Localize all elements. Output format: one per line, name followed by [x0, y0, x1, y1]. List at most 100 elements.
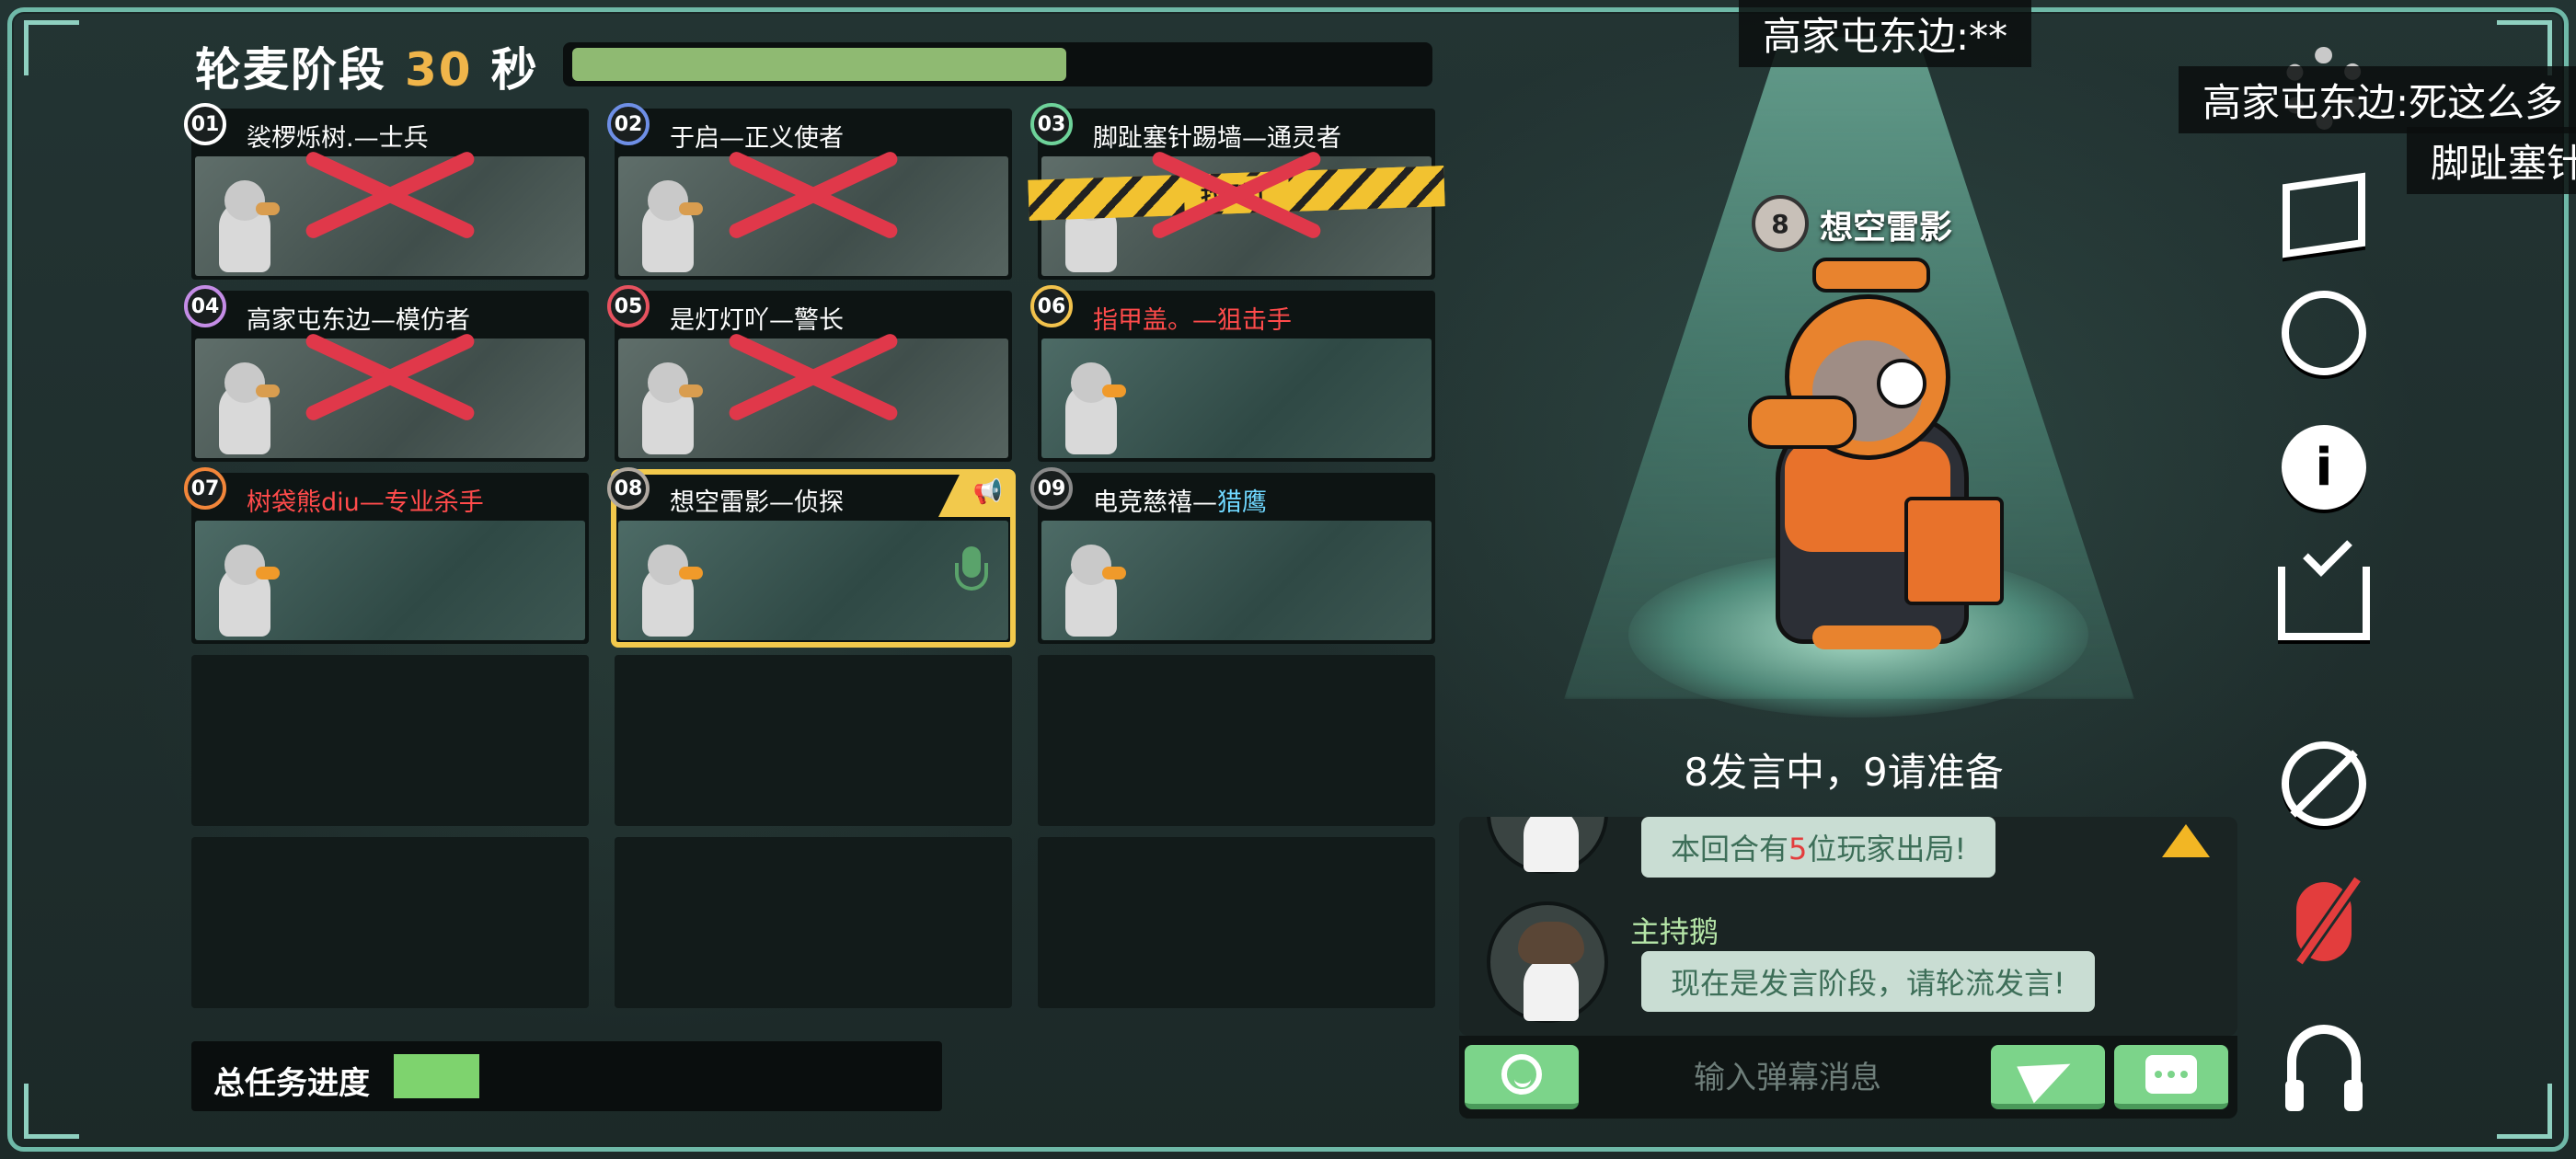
player-role: 猎鹰 [1217, 488, 1267, 517]
player-card[interactable]: 03 脚趾塞针踢墙—通灵者 找到了 [1028, 103, 1445, 280]
chat-bubble-icon [2145, 1055, 2197, 1094]
send-icon [2017, 1045, 2079, 1104]
task-checkin-button[interactable] [2276, 556, 2372, 651]
player-card[interactable]: 06 指甲盖。—狙击手 [1030, 285, 1435, 462]
eliminated-x-icon [1135, 143, 1338, 245]
player-card[interactable]: 08 想空雷影—侦探 [607, 467, 1016, 648]
empty-slot [1038, 837, 1435, 1008]
player-avatar [1058, 545, 1126, 637]
phase-timer-fill [572, 48, 1066, 81]
headset-button[interactable] [2276, 1016, 2372, 1111]
phase-timer-bar [563, 42, 1432, 86]
player-role: 专业杀手 [384, 488, 484, 517]
name-role-separator: — [1192, 488, 1217, 517]
speaker-name: 想空雷影 [1820, 209, 1953, 247]
player-number-badge: 03 [1030, 103, 1073, 145]
player-scene [195, 521, 585, 640]
player-name-label: 想空雷影—侦探 [670, 482, 844, 518]
player-name-label: 树袋熊diu—专业杀手 [247, 482, 484, 518]
chat-input-bar [1459, 1036, 2237, 1119]
player-number-badge: 09 [1030, 467, 1073, 510]
chat-message-text: 本回合有 [1671, 832, 1789, 866]
player-card[interactable]: 04 高家屯东边—模仿者 [184, 285, 589, 462]
mic-icon [953, 546, 990, 602]
emoji-icon [1501, 1054, 1542, 1095]
info-icon: i [2282, 425, 2366, 510]
target-icon [2282, 291, 2366, 375]
chat-message-text: 位玩家出局! [1807, 832, 1967, 866]
frame-corner [24, 20, 79, 75]
empty-slot [191, 655, 589, 826]
player-name: 指甲盖。 [1093, 306, 1192, 335]
emoji-button[interactable] [1465, 1045, 1579, 1109]
player-card[interactable]: 09 电竞慈禧—猎鹰 [1030, 467, 1435, 644]
speaker-number-badge: 8 [1752, 195, 1809, 252]
player-number-badge: 08 [607, 467, 650, 510]
name-role-separator: — [769, 488, 794, 517]
player-avatar [635, 545, 703, 637]
player-card[interactable]: 05 是灯灯吖—警长 [607, 285, 1012, 462]
player-scene [1041, 521, 1432, 640]
task-progress-panel: 总任务进度 [191, 1041, 942, 1111]
map-button[interactable] [2276, 167, 2372, 263]
frame-corner [24, 1084, 79, 1139]
empty-slot [615, 655, 1012, 826]
eliminated-x-icon [712, 143, 914, 245]
player-role: 狙击手 [1217, 306, 1292, 335]
map-icon [2283, 172, 2365, 258]
chat-scroll-up-icon[interactable] [2162, 824, 2210, 857]
barrage-message: 高家屯东边:死这么多 [2179, 66, 2576, 133]
info-button[interactable]: i [2276, 419, 2372, 515]
name-role-separator: — [1192, 306, 1217, 335]
host-avatar [1487, 901, 1608, 1023]
chat-message-bubble: 本回合有5位玩家出局! [1641, 817, 1996, 878]
mic-toggle-button[interactable] [2276, 874, 2372, 970]
empty-slot [1038, 655, 1435, 826]
player-card[interactable]: 07 树袋熊diu—专业杀手 [184, 467, 589, 644]
speaking-status: 8发言中，9请准备 [1684, 750, 2004, 795]
send-button[interactable] [1991, 1045, 2105, 1109]
player-name-label: 指甲盖。—狙击手 [1093, 300, 1292, 336]
player-number-badge: 07 [184, 467, 226, 510]
player-avatar [212, 180, 280, 272]
player-name-label: 电竞慈禧—猎鹰 [1093, 482, 1267, 518]
player-scene [1041, 339, 1432, 458]
phase-seconds: 30 [405, 43, 473, 97]
eliminated-x-icon [289, 326, 491, 427]
chat-panel[interactable]: 本回合有5位玩家出局! 主持鹅 现在是发言阶段，请轮流发言! [1459, 817, 2237, 1036]
player-grid: 01 裟椤烁树.—士兵 02 于启—正义使者 03 脚趾塞针踢墙—通灵者 找到了 04 高家屯东… [184, 103, 1445, 1014]
empty-slot [615, 837, 1012, 1008]
barrage-message: 脚趾塞针 [2407, 127, 2576, 194]
host-message-text: 现在是发言阶段，请轮流发言! [1671, 966, 2065, 1001]
player-scene [618, 521, 1008, 640]
phase-seconds-unit: 秒 [490, 43, 539, 97]
skip-vote-button[interactable] [2276, 736, 2372, 832]
player-name: 电竞慈禧 [1093, 488, 1192, 517]
mic-muted-icon [2296, 882, 2352, 961]
player-card[interactable]: 01 裟椤烁树.—士兵 [184, 103, 589, 280]
player-number-badge: 04 [184, 285, 226, 327]
barrage-input[interactable] [1597, 1050, 1978, 1106]
player-name: 树袋熊diu [247, 488, 360, 517]
player-avatar [635, 362, 703, 454]
headset-icon [2285, 1025, 2363, 1111]
chat-message-highlight: 5 [1788, 832, 1808, 866]
task-progress-track [394, 1054, 927, 1098]
player-number-badge: 01 [184, 103, 226, 145]
task-progress-label: 总任务进度 [213, 1065, 370, 1102]
eliminated-x-icon [712, 326, 914, 427]
target-button[interactable] [2276, 285, 2372, 381]
frame-corner [2497, 1084, 2552, 1139]
player-avatar [1058, 362, 1126, 454]
player-number-badge: 05 [607, 285, 650, 327]
player-avatar [635, 180, 703, 272]
barrage-message: 高家屯东边:** [1739, 0, 2032, 67]
phase-title: 轮麦阶段 30 秒 [195, 33, 539, 99]
chat-toggle-button[interactable] [2114, 1045, 2228, 1109]
player-card[interactable]: 02 于启—正义使者 [607, 103, 1012, 280]
player-role: 侦探 [794, 488, 844, 517]
megaphone-icon [938, 473, 1012, 517]
player-number-badge: 06 [1030, 285, 1073, 327]
player-avatar [212, 362, 280, 454]
task-checkin-icon [2278, 567, 2370, 640]
